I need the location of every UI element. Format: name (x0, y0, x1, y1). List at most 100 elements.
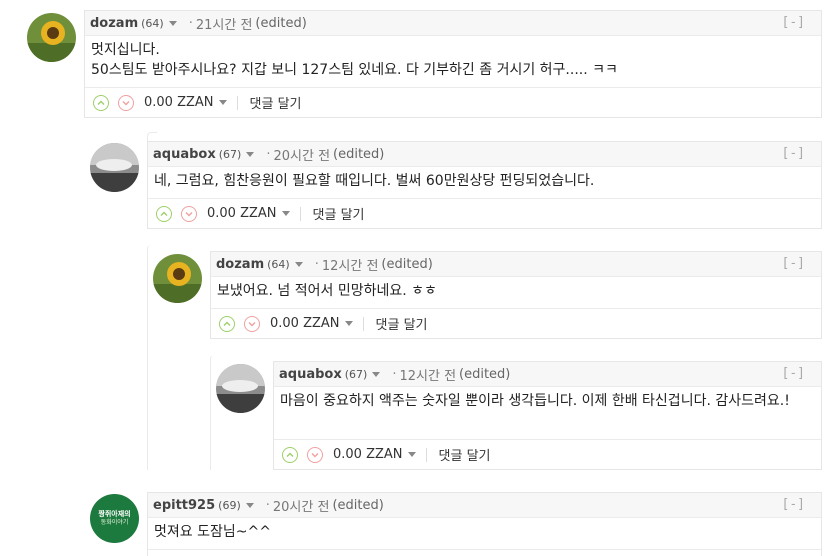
comment-text: 50스팀도 받아주시나요? 지갑 보니 127스팀 있네요. 다 기부하긴 좀 … (91, 62, 618, 78)
comment-text: 멋지십니다. (91, 42, 160, 58)
timestamp[interactable]: 20시간 전 (273, 496, 330, 515)
comment-card: aquabox (67) · 20시간 전 (edited) [-] 네, 그럼… (147, 141, 822, 229)
separator-dot: · (266, 146, 271, 162)
upvote-button[interactable] (219, 315, 235, 332)
logo-text: 동화이야기 (100, 519, 129, 526)
comment-text: 마음이 중요하지 액주는 숫자일 뿐이라 생각듭니다. 이제 한배 타신겁니다.… (280, 393, 790, 409)
payout-amount[interactable]: 0.00 ZZAN (144, 95, 214, 110)
chevron-down-icon (248, 321, 256, 326)
timestamp[interactable]: 12시간 전 (322, 255, 379, 274)
chevron-down-icon[interactable] (246, 151, 255, 157)
comment-body: 보냈어요. 넘 적어서 민망하네요. ㅎㅎ (211, 277, 821, 301)
comment-body: 마음이 중요하지 액주는 숫자일 뿐이라 생각듭니다. 이제 한배 타신겁니다.… (274, 387, 821, 411)
comment-header: aquabox (67) · 12시간 전 (edited) [-] (274, 362, 821, 387)
chevron-down-icon[interactable] (281, 211, 290, 216)
logo-text: 짱쥐아재의 (98, 510, 131, 518)
comment-card: epitt925 (69) · 20시간 전 (edited) [-] 멋져요 … (147, 492, 822, 556)
reply-button[interactable]: 댓글 달기 (313, 204, 365, 223)
chevron-down-icon (122, 100, 130, 105)
reputation: (64) (267, 257, 290, 271)
comment-card: dozam (64) · 21시간 전 (edited) [-] 멋지십니다. … (84, 10, 822, 118)
comment-footer: 0.00 ZZAN 댓글 달기 (85, 87, 821, 117)
upvote-button[interactable] (282, 446, 298, 463)
avatar[interactable] (90, 143, 139, 192)
separator-dot: · (392, 366, 397, 382)
chevron-up-icon (223, 321, 231, 326)
chevron-down-icon[interactable] (245, 502, 254, 508)
comment-card: aquabox (67) · 12시간 전 (edited) [-] 마음이 중… (273, 361, 822, 470)
thread-line (210, 355, 220, 470)
collapse-button[interactable]: [-] (782, 497, 805, 512)
divider (362, 316, 364, 331)
chevron-down-icon[interactable] (294, 261, 303, 267)
downvote-button[interactable] (244, 315, 260, 332)
chevron-up-icon (286, 452, 294, 457)
separator-dot: · (265, 497, 270, 513)
comment-text: 멋져요 도잠님~^^ (154, 524, 271, 540)
collapse-button[interactable]: [-] (782, 256, 805, 271)
edited-label: (edited) (333, 146, 385, 162)
payout-amount[interactable]: 0.00 ZZAN (333, 447, 403, 462)
comment-body: 멋지십니다. 50스팀도 받아주시나요? 지갑 보니 127스팀 있네요. 다 … (85, 36, 821, 80)
reply-button[interactable]: 댓글 달기 (376, 314, 428, 333)
avatar[interactable] (216, 364, 265, 413)
avatar[interactable] (27, 13, 76, 62)
comment-body: 네, 그럼요, 힘찬응원이 필요할 때입니다. 벌써 60만원상당 펀딩되었습니… (148, 167, 821, 191)
avatar[interactable]: 짱쥐아재의 동화이야기 (90, 494, 139, 543)
comment-footer-divider (148, 549, 821, 550)
downvote-button[interactable] (118, 94, 134, 111)
reputation: (67) (218, 147, 242, 161)
edited-label: (edited) (381, 256, 433, 272)
reply-button[interactable]: 댓글 달기 (439, 445, 491, 464)
chevron-down-icon[interactable] (372, 371, 381, 377)
separator-dot: · (314, 256, 319, 272)
author-name[interactable]: dozam (216, 257, 264, 272)
comment-card: dozam (64) · 12시간 전 (edited) [-] 보냈어요. 넘… (210, 251, 822, 339)
comment-footer: 0.00 ZZAN 댓글 달기 (274, 439, 821, 469)
comment-text: 네, 그럼요, 힘찬응원이 필요할 때입니다. 벌써 60만원상당 펀딩되었습니… (154, 173, 595, 189)
collapse-button[interactable]: [-] (782, 366, 805, 381)
comment-text: 보냈어요. 넘 적어서 민망하네요. ㅎㅎ (217, 283, 437, 299)
payout-amount[interactable]: 0.00 ZZAN (207, 206, 277, 221)
chevron-down-icon (185, 211, 193, 216)
chevron-down-icon (311, 452, 319, 457)
edited-label: (edited) (255, 15, 307, 31)
chevron-down-icon[interactable] (168, 20, 177, 26)
comment-header: dozam (64) · 12시간 전 (edited) [-] (211, 252, 821, 277)
reputation: (67) (344, 367, 368, 381)
reply-button[interactable]: 댓글 달기 (250, 93, 302, 112)
chevron-down-icon[interactable] (407, 452, 416, 457)
author-name[interactable]: aquabox (279, 367, 342, 382)
edited-label: (edited) (332, 497, 384, 513)
author-name[interactable]: epitt925 (153, 498, 215, 513)
timestamp[interactable]: 20시간 전 (273, 145, 330, 164)
timestamp[interactable]: 12시간 전 (399, 365, 456, 384)
collapse-button[interactable]: [-] (782, 15, 805, 30)
upvote-button[interactable] (93, 94, 109, 111)
author-name[interactable]: dozam (90, 16, 138, 31)
divider (425, 447, 427, 462)
comment-body: 멋져요 도잠님~^^ (148, 518, 821, 542)
separator-dot: · (188, 15, 193, 31)
downvote-button[interactable] (181, 205, 197, 222)
timestamp[interactable]: 21시간 전 (196, 14, 253, 33)
comment-header: dozam (64) · 21시간 전 (edited) [-] (85, 11, 821, 36)
payout-amount[interactable]: 0.00 ZZAN (270, 316, 340, 331)
divider (299, 206, 301, 221)
reputation: (64) (141, 16, 164, 30)
avatar[interactable] (153, 254, 202, 303)
comment-header: epitt925 (69) · 20시간 전 (edited) [-] (148, 493, 821, 518)
comment-footer: 0.00 ZZAN 댓글 달기 (148, 198, 821, 228)
collapse-button[interactable]: [-] (782, 146, 805, 161)
edited-label: (edited) (459, 366, 511, 382)
chevron-up-icon (97, 100, 105, 105)
reputation: (69) (218, 498, 241, 512)
comment-header: aquabox (67) · 20시간 전 (edited) [-] (148, 142, 821, 167)
upvote-button[interactable] (156, 205, 172, 222)
chevron-down-icon[interactable] (344, 321, 353, 326)
author-name[interactable]: aquabox (153, 147, 216, 162)
chevron-up-icon (160, 211, 168, 216)
chevron-down-icon[interactable] (218, 100, 227, 105)
downvote-button[interactable] (307, 446, 323, 463)
comment-footer: 0.00 ZZAN 댓글 달기 (211, 308, 821, 338)
